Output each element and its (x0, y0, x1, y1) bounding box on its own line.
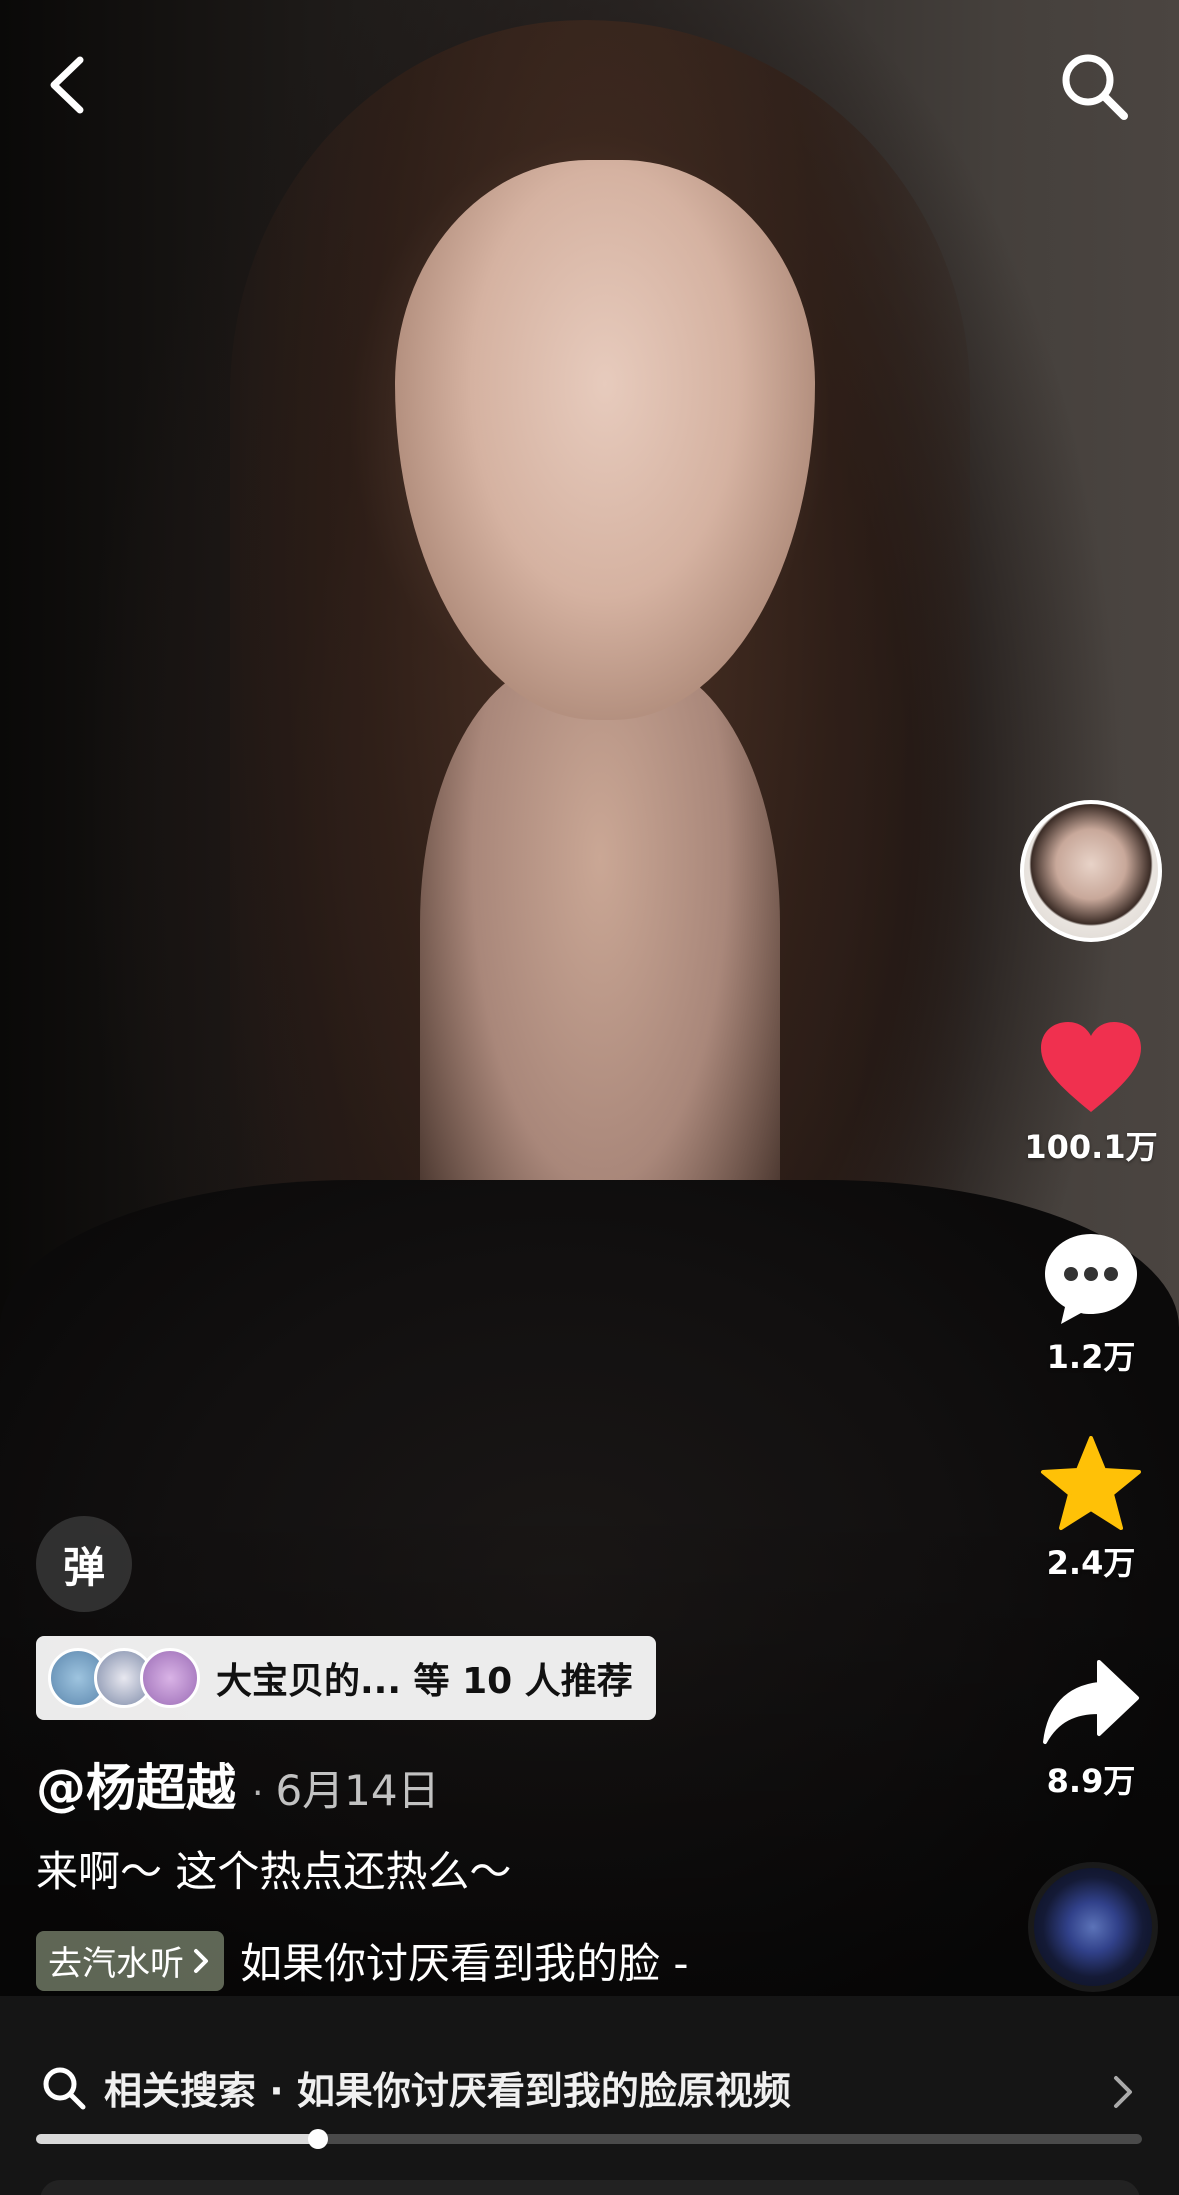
share-count: 8.9万 (1046, 1762, 1136, 1800)
author-line: @杨超越 · 6月14日 (36, 1748, 440, 1820)
search-button[interactable] (1056, 48, 1132, 124)
music-row[interactable]: 去汽水听 如果你讨厌看到我的脸 - (36, 1930, 689, 1991)
chevron-left-icon (50, 56, 84, 114)
separator-dot: · (252, 1773, 264, 1814)
related-search-row[interactable]: 相关搜索 · 如果你讨厌看到我的脸原视频 (40, 2060, 791, 2115)
share-arrow-icon (1043, 1660, 1139, 1744)
qishui-badge-label: 去汽水听 (48, 1944, 184, 1984)
post-caption[interactable]: 来啊～ 这个热点还热么～ (36, 1838, 511, 1899)
progress-fill (36, 2134, 319, 2144)
qishui-badge[interactable]: 去汽水听 (36, 1930, 224, 1991)
recommender-avatar (140, 1648, 200, 1708)
favorite-button[interactable]: 2.4万 (1020, 1436, 1162, 1584)
recommend-banner[interactable]: 大宝贝的... 等 10 人推荐 (36, 1636, 656, 1720)
post-date: 6月14日 (275, 1766, 440, 1815)
danmu-label: 弹 (62, 1542, 105, 1592)
video-progress-bar[interactable] (36, 2129, 1142, 2149)
comment-bubble-icon (1045, 1234, 1137, 1324)
related-search-text: 相关搜索 · 如果你讨厌看到我的脸原视频 (104, 2069, 791, 2113)
danmu-toggle-button[interactable]: 弹 (36, 1516, 132, 1612)
bottom-bar (40, 2180, 1140, 2195)
like-count: 100.1万 (1024, 1128, 1158, 1166)
comment-button[interactable]: 1.2万 (1020, 1230, 1162, 1378)
music-disc[interactable] (1028, 1862, 1158, 1992)
recommender-avatars (48, 1648, 200, 1708)
favorite-count: 2.4万 (1046, 1544, 1136, 1582)
progress-knob[interactable] (308, 2129, 329, 2149)
creator-avatar[interactable] (1020, 800, 1162, 942)
comment-count: 1.2万 (1046, 1338, 1136, 1376)
author-name[interactable]: @杨超越 (36, 1748, 236, 1820)
search-small-icon (43, 2067, 86, 2109)
search-icon (1062, 54, 1128, 120)
heart-icon (1041, 1022, 1141, 1112)
song-title: 如果你讨厌看到我的脸 - (240, 1939, 689, 1988)
share-button[interactable]: 8.9万 (1020, 1654, 1162, 1802)
star-icon (1041, 1436, 1141, 1530)
back-button[interactable] (40, 50, 100, 120)
chevron-right-small-icon (194, 1948, 208, 1973)
like-button[interactable]: 100.1万 (1020, 1020, 1162, 1168)
recommend-text: 大宝贝的... 等 10 人推荐 (216, 1661, 633, 1702)
chevron-right-icon[interactable] (1110, 2074, 1136, 2110)
